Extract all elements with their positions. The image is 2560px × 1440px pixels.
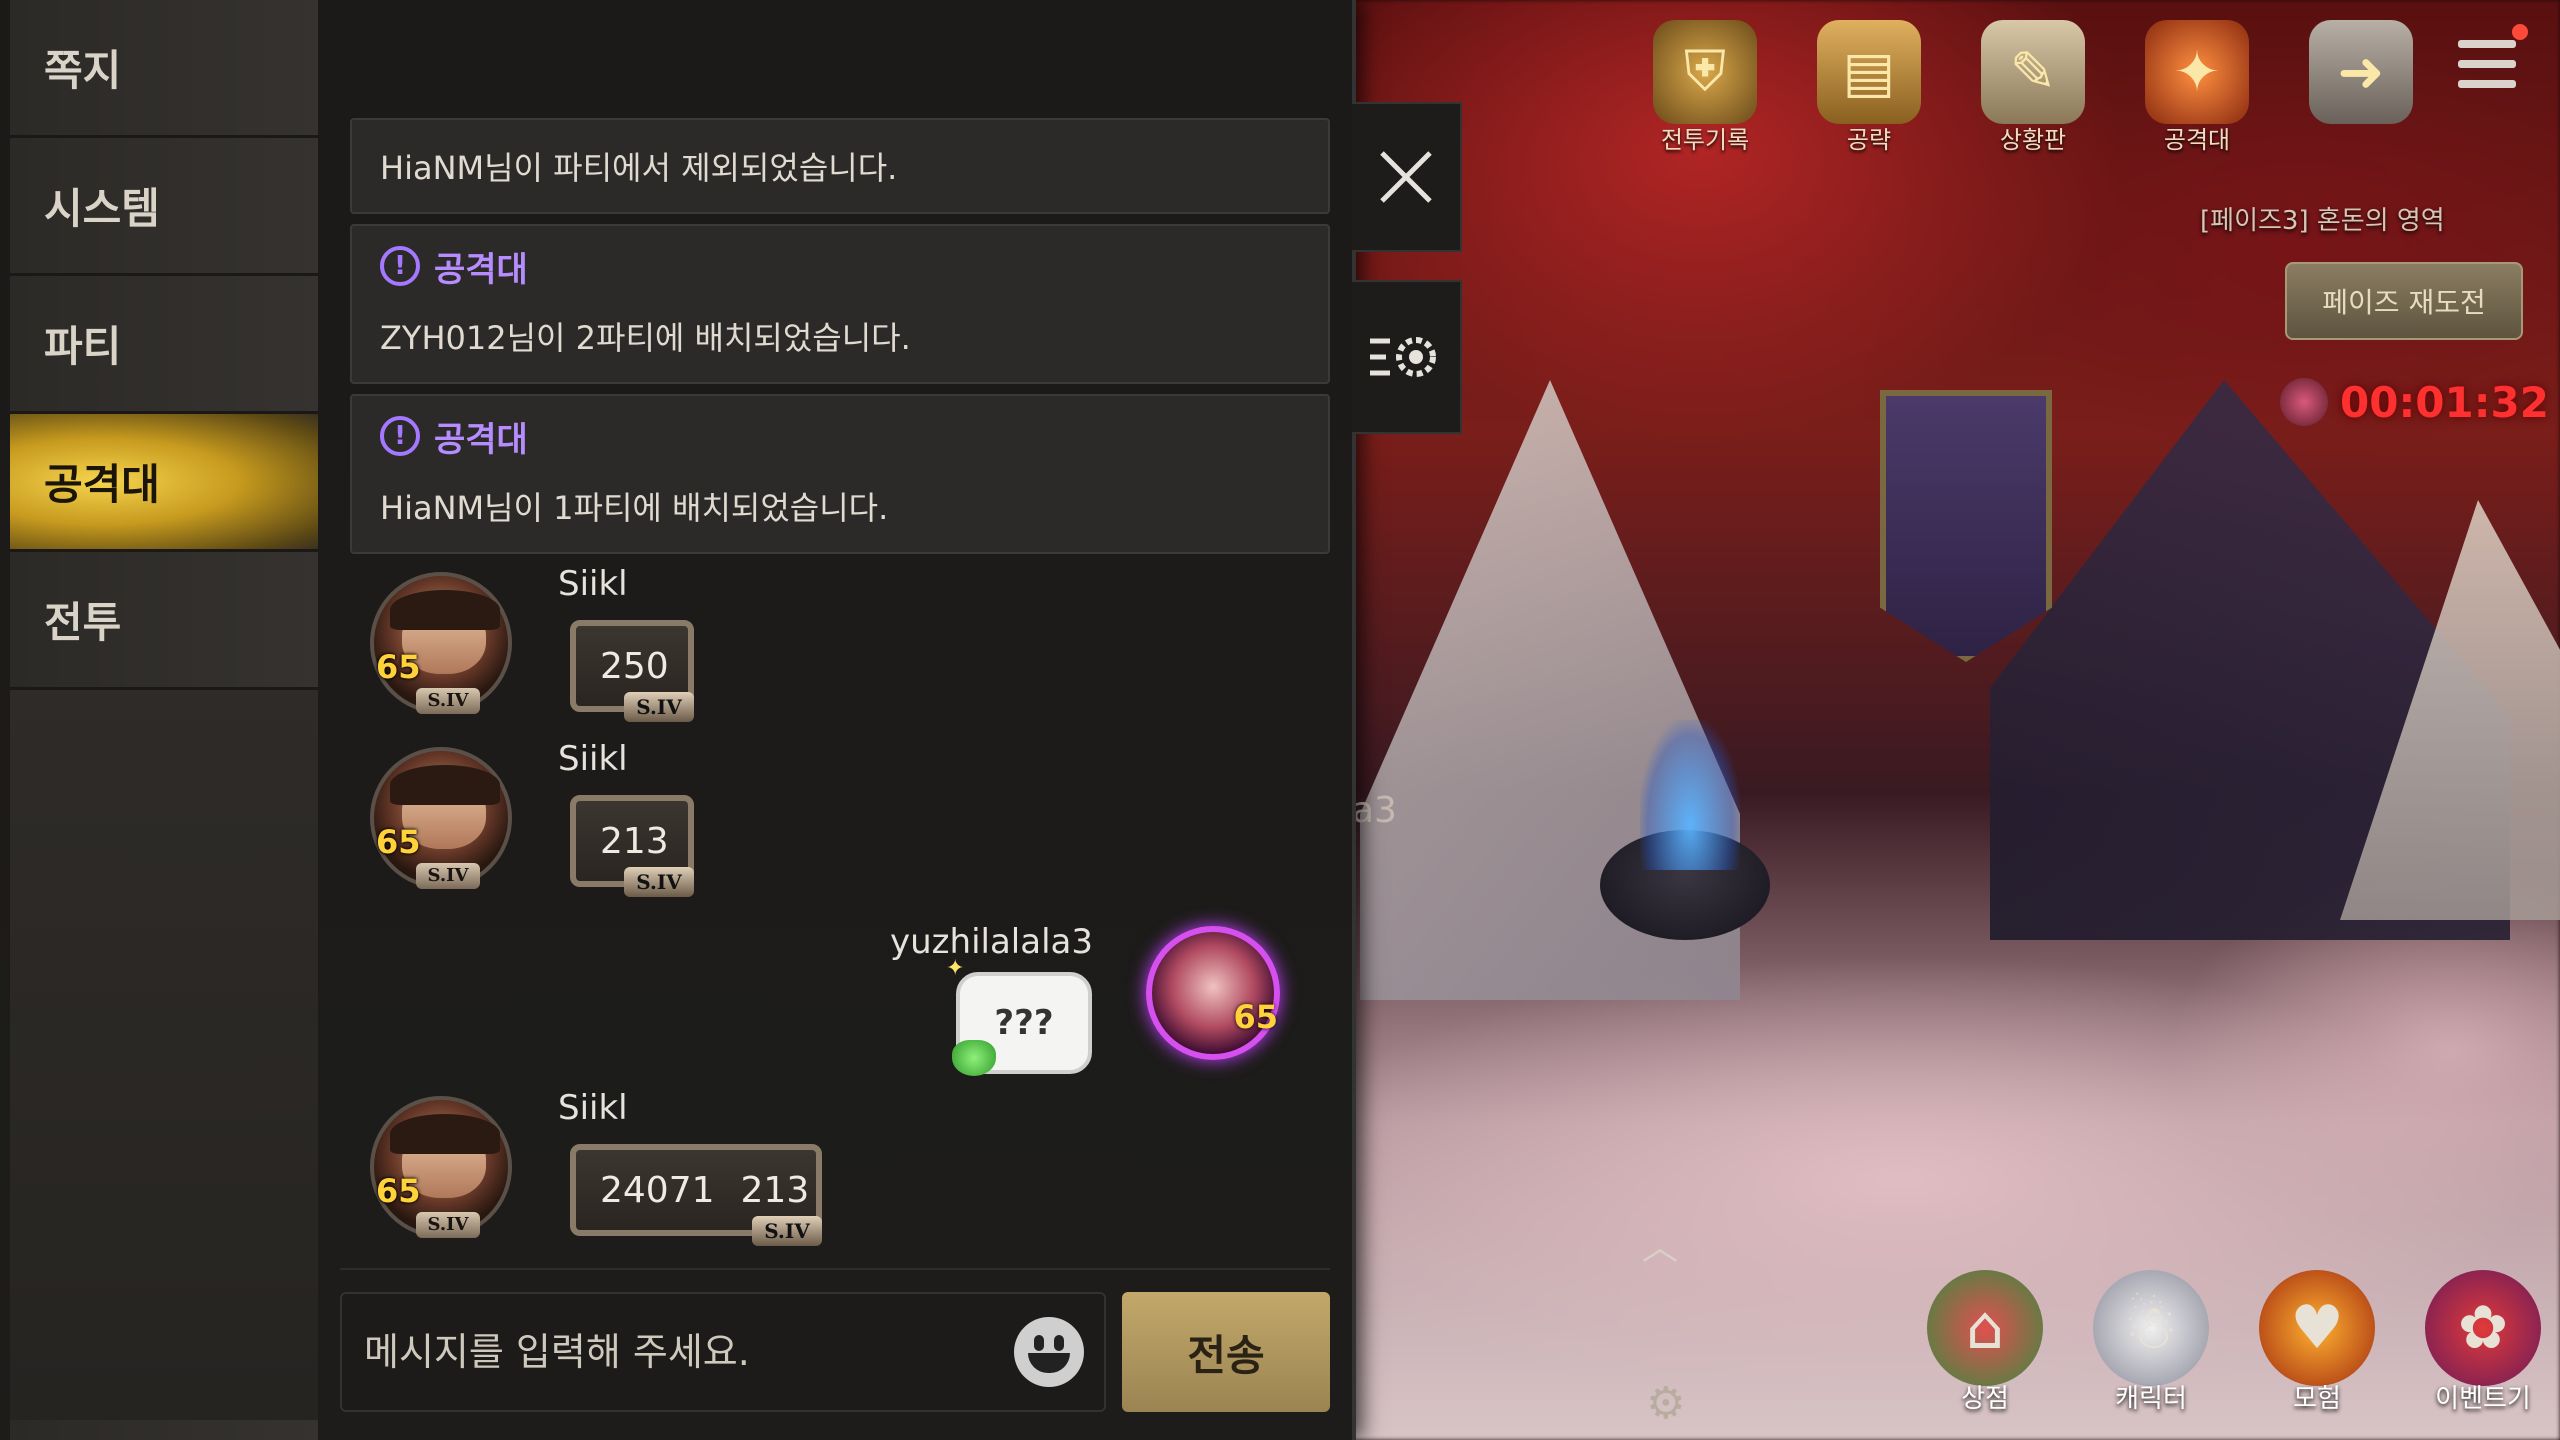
top-menu-raid[interactable]: ✦ 공격대 [2132, 20, 2262, 155]
exclamation-icon: ! [380, 246, 420, 286]
event-icon: ✿ [2425, 1270, 2541, 1386]
tab-notes[interactable]: 쪽지 [10, 0, 318, 138]
player-avatar[interactable]: 65 S.IV [370, 747, 512, 889]
background-text: a3 [1352, 790, 1397, 831]
badge-rank: S.IV [752, 1216, 822, 1246]
system-message-header: ! 공격대 [380, 396, 1300, 476]
my-name: yuzhilalala3 [890, 922, 1093, 962]
player-rank: S.IV [416, 688, 480, 714]
my-avatar[interactable]: 65 [1146, 926, 1280, 1060]
top-menu-exit[interactable]: ➜ [2296, 20, 2426, 124]
player-level: 65 [376, 648, 421, 686]
exit-icon: ➜ [2309, 20, 2413, 124]
shop-icon: ⌂ [1927, 1270, 2043, 1386]
sidebar-empty-area [10, 690, 318, 1420]
settings-gear-icon [1370, 337, 1436, 377]
chevron-up-icon[interactable]: ︿ [1642, 1218, 1686, 1268]
raid-icon: ✦ [2145, 20, 2249, 124]
close-button[interactable] [1352, 102, 1462, 252]
hamburger-menu-icon[interactable] [2458, 40, 2516, 88]
badge-rank: S.IV [624, 867, 694, 897]
message-input-box [340, 1292, 1106, 1412]
system-message-tag: 공격대 [434, 419, 528, 460]
player-avatar[interactable]: 65 S.IV [370, 1096, 512, 1238]
chat-badge: 24071 213 S.IV [570, 1144, 822, 1246]
system-message-text: HiaNM님이 파티에서 제외되었습니다. [380, 149, 898, 187]
send-button[interactable]: 전송 [1122, 1292, 1330, 1412]
badge-rank: S.IV [624, 692, 694, 722]
blue-flame [1640, 720, 1740, 870]
badge-value: 24071 [600, 1169, 715, 1211]
timer-icon [2280, 378, 2328, 426]
bottom-menu-event[interactable]: ✿ 이벤트기 [2418, 1270, 2548, 1415]
player-level: 65 [376, 823, 421, 861]
raid-banner [1880, 390, 2052, 662]
badge-value: 250 [600, 645, 669, 687]
chat-sidebar: 쪽지 시스템 파티 공격대 전투 [10, 0, 318, 1440]
avatar-hair [390, 590, 500, 630]
chat-badge: 213 S.IV [570, 795, 694, 897]
close-icon [1380, 151, 1432, 203]
adventure-icon: ♥ [2259, 1270, 2375, 1386]
avatar-hair [390, 765, 500, 805]
system-message-text: ZYH012님이 2파티에 배치되었습니다. [380, 319, 911, 357]
bottom-menu-character[interactable]: ☃ 캐릭터 [2086, 1270, 2216, 1415]
tab-party[interactable]: 파티 [10, 276, 318, 414]
shield-icon: ⛨ [1653, 20, 1757, 124]
bottom-menu: ⌂ 상점 ☃ 캐릭터 ♥ 모험 ✿ 이벤트기 [1920, 1270, 2548, 1415]
tab-system[interactable]: 시스템 [10, 138, 318, 276]
gem-icon [952, 1040, 996, 1076]
chat-badge: 250 S.IV [570, 620, 694, 722]
exclamation-icon: ! [380, 416, 420, 456]
avatar-hair [390, 1114, 500, 1154]
character-icon: ☃ [2093, 1270, 2209, 1386]
my-level: 65 [1233, 998, 1278, 1036]
top-menu-guide[interactable]: ▤ 공략 [1804, 20, 1934, 155]
phase-timer: 00:01:32 [2340, 378, 2549, 427]
book-icon: ▤ [1817, 20, 1921, 124]
system-message-header: ! 공격대 [380, 226, 1300, 306]
bottom-menu-shop[interactable]: ⌂ 상점 [1920, 1270, 2050, 1415]
player-avatar[interactable]: 65 S.IV [370, 572, 512, 714]
system-message-text: HiaNM님이 1파티에 배치되었습니다. [380, 489, 889, 527]
chat-window: 쪽지 시스템 파티 공격대 전투 HiaNM님이 파티에서 제외되었습니다. !… [0, 0, 1356, 1440]
bottom-menu-adventure[interactable]: ♥ 모험 [2252, 1270, 2382, 1415]
phase-title: [페이즈3] 혼돈의 영역 [2200, 206, 2445, 236]
chat-settings-button[interactable] [1352, 280, 1462, 434]
top-menu-battle-log[interactable]: ⛨ 전투기록 [1640, 20, 1770, 155]
message-input[interactable] [362, 1329, 1014, 1375]
system-message: ! 공격대 ZYH012님이 2파티에 배치되었습니다. [350, 224, 1330, 384]
top-menu-board[interactable]: ✎ 상황판 [1968, 20, 2098, 155]
retry-phase-button[interactable]: 페이즈 재도전 [2285, 262, 2523, 340]
player-rank: S.IV [416, 1212, 480, 1238]
player-name: Siikl [558, 739, 628, 779]
player-rank: S.IV [416, 863, 480, 889]
top-menu: ⛨ 전투기록 ▤ 공략 ✎ 상황판 ✦ 공격대 ➜ [1640, 20, 2426, 155]
input-divider [340, 1268, 1330, 1270]
gear-icon[interactable]: ⚙ [1646, 1378, 1685, 1429]
tab-raid[interactable]: 공격대 [10, 414, 318, 552]
badge-value: 213 [740, 1169, 810, 1211]
player-name: Siikl [558, 564, 628, 604]
emoji-icon[interactable] [1014, 1317, 1084, 1387]
system-message: HiaNM님이 파티에서 제외되었습니다. [350, 118, 1330, 214]
tab-battle[interactable]: 전투 [10, 552, 318, 690]
notification-dot [2512, 24, 2528, 40]
board-icon: ✎ [1981, 20, 2085, 124]
system-message-tag: 공격대 [434, 249, 528, 290]
system-message: ! 공격대 HiaNM님이 1파티에 배치되었습니다. [350, 394, 1330, 554]
player-name: Siikl [558, 1088, 628, 1128]
badge-value: 213 [600, 820, 669, 862]
player-level: 65 [376, 1172, 421, 1210]
